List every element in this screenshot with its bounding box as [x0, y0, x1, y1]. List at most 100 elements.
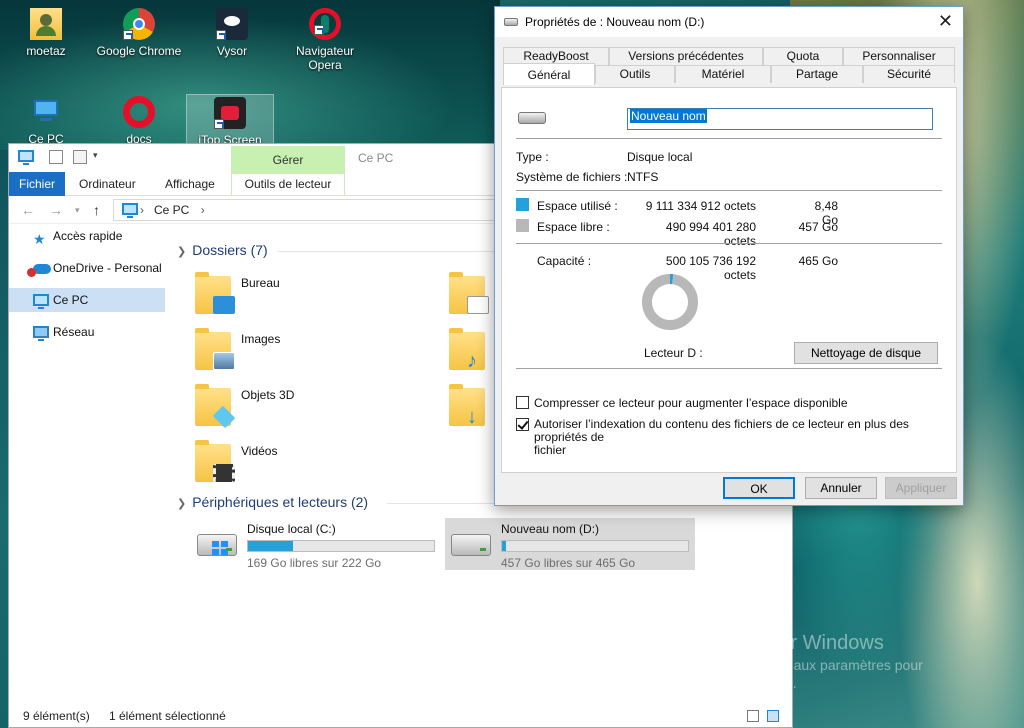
tab-general[interactable]: Général — [503, 63, 595, 85]
divider — [516, 368, 942, 369]
folder-name: Objets 3D — [241, 388, 295, 402]
desktop-icon-opera[interactable]: Navigateur Opera — [281, 8, 369, 72]
properties-dialog: Propriétés de : Nouveau nom (D:) ✕ Ready… — [494, 6, 964, 506]
computer-icon — [33, 294, 49, 309]
tab-computer[interactable]: Ordinateur — [69, 172, 146, 196]
compress-label: Compresser ce lecteur pour augmenter l’e… — [534, 396, 848, 410]
desktop-icon-moetaz[interactable]: moetaz — [2, 8, 90, 58]
desktop-icon-ce-pc[interactable]: Ce PC — [2, 96, 90, 146]
desktop-icon-label: Vysor — [216, 44, 248, 58]
tab-tools[interactable]: Outils — [595, 65, 675, 83]
star-icon: ★ — [33, 231, 46, 247]
nav-item-label: Réseau — [53, 325, 95, 339]
desktop-icon-docs[interactable]: docs — [95, 96, 183, 146]
details-view-icon[interactable] — [747, 710, 759, 722]
status-selected-count: 1 élément sélectionné — [109, 709, 226, 723]
nav-item-ce-pc[interactable]: Ce PC — [9, 288, 165, 312]
hard-drive-icon — [451, 534, 491, 556]
document-overlay-icon — [467, 296, 489, 314]
large-icons-view-icon[interactable] — [767, 710, 779, 722]
drive-c[interactable]: Disque local (C:) 169 Go libres sur 222 … — [191, 518, 441, 570]
used-space-swatch — [516, 198, 529, 211]
forward-arrow-icon[interactable]: → — [49, 202, 63, 218]
drive-name-input[interactable]: Nouveau nom — [627, 108, 933, 130]
folder-downloads[interactable]: ↓ — [449, 384, 489, 434]
folder-documents[interactable] — [449, 272, 489, 322]
tab-file[interactable]: Fichier — [9, 172, 66, 196]
folder-objets-3d[interactable]: Objets 3D — [195, 384, 435, 434]
download-arrow-icon: ↓ — [467, 406, 477, 428]
nav-item-label: Accès rapide — [53, 229, 123, 243]
properties-icon[interactable] — [49, 150, 63, 164]
sync-error-icon — [27, 268, 36, 277]
used-space-label: Espace utilisé : — [537, 199, 618, 213]
filesystem-value: NTFS — [627, 170, 659, 184]
tab-security[interactable]: Sécurité — [863, 65, 955, 83]
capacity-label: Capacité : — [537, 254, 592, 268]
folder-name: Bureau — [241, 276, 280, 290]
status-bar: 9 élément(s) 1 élément sélectionné — [9, 705, 792, 727]
drive-d[interactable]: Nouveau nom (D:) 457 Go libres sur 465 G… — [445, 518, 695, 570]
folder-icon — [195, 328, 235, 370]
desktop-icon-itop-screen[interactable]: iTop Screen — [186, 94, 274, 148]
desktop-icon-chrome[interactable]: Google Chrome — [95, 8, 183, 58]
itop-screen-recorder-icon — [214, 97, 246, 129]
indexing-checkbox[interactable] — [516, 418, 529, 431]
close-icon[interactable]: ✕ — [938, 11, 953, 32]
tab-drive-tools[interactable]: Outils de lecteur — [231, 172, 345, 196]
folder-images[interactable]: Images — [195, 328, 435, 378]
apply-button[interactable]: Appliquer — [885, 477, 957, 499]
new-folder-icon[interactable] — [73, 150, 87, 164]
indexing-label-line1: Autoriser l’indexation du contenu des fi… — [534, 417, 909, 444]
tab-quota[interactable]: Quota — [763, 47, 843, 65]
music-note-icon: ♪ — [467, 350, 477, 372]
folder-name: Images — [241, 332, 281, 346]
indexing-label-line2: fichier — [534, 443, 567, 457]
user-folder-icon — [30, 8, 62, 40]
drives-section-header[interactable]: ❯ Périphériques et lecteurs (2) — [177, 494, 368, 510]
capacity-go: 465 Go — [798, 254, 838, 268]
tab-sharing[interactable]: Partage — [771, 65, 863, 83]
breadcrumb-ce-pc[interactable]: Ce PC — [154, 203, 189, 217]
back-arrow-icon[interactable]: ← — [21, 202, 35, 218]
free-space-label: Espace libre : — [537, 220, 610, 234]
tab-customize[interactable]: Personnaliser — [843, 47, 955, 65]
cancel-button[interactable]: Annuler — [805, 477, 877, 499]
nav-item-network[interactable]: Réseau — [9, 320, 165, 344]
chevron-down-icon: ❯ — [177, 498, 187, 510]
compress-checkbox[interactable] — [516, 396, 529, 409]
nav-item-onedrive[interactable]: OneDrive - Personal — [9, 256, 165, 280]
nav-item-quick-access[interactable]: ★ Accès rapide — [9, 224, 165, 248]
folder-bureau[interactable]: Bureau — [195, 272, 435, 322]
desktop-icon-vysor[interactable]: Vysor — [188, 8, 276, 58]
shortcut-arrow-icon — [123, 30, 133, 40]
tab-hardware[interactable]: Matériel — [675, 65, 771, 83]
tab-view[interactable]: Affichage — [155, 172, 225, 196]
drive-usage-bar — [501, 540, 689, 552]
shortcut-arrow-icon — [314, 25, 324, 35]
chrome-icon — [123, 8, 155, 40]
nav-item-label: OneDrive - Personal — [53, 261, 162, 275]
tab-previous-versions[interactable]: Versions précédentes — [609, 47, 763, 65]
folder-music[interactable]: ♪ — [449, 328, 489, 378]
chevron-down-icon: ❯ — [177, 246, 187, 258]
shortcut-arrow-icon — [216, 30, 226, 40]
folders-section-header[interactable]: ❯ Dossiers (7) — [177, 242, 268, 258]
ok-button[interactable]: OK — [723, 477, 795, 499]
pictures-overlay-icon — [213, 352, 235, 370]
vysor-icon — [216, 8, 248, 40]
customize-toolbar-chevron-icon[interactable]: ▾ — [93, 150, 107, 164]
folder-videos[interactable]: Vidéos — [195, 440, 435, 490]
recent-locations-chevron-icon[interactable]: ▾ — [75, 205, 80, 216]
up-arrow-icon[interactable]: ↑ — [93, 202, 100, 218]
breadcrumb-separator: › — [200, 203, 205, 217]
folder-icon — [195, 272, 235, 314]
disk-cleanup-button[interactable]: Nettoyage de disque — [794, 342, 938, 364]
breadcrumb-separator: › — [140, 203, 144, 217]
folder-icon: ↓ — [449, 384, 485, 427]
shortcut-arrow-icon — [214, 119, 224, 129]
desktop-overlay-icon — [213, 296, 235, 314]
disk-usage-donut — [642, 274, 698, 330]
desktop-icon-label: moetaz — [26, 44, 66, 58]
folder-icon — [195, 384, 236, 429]
